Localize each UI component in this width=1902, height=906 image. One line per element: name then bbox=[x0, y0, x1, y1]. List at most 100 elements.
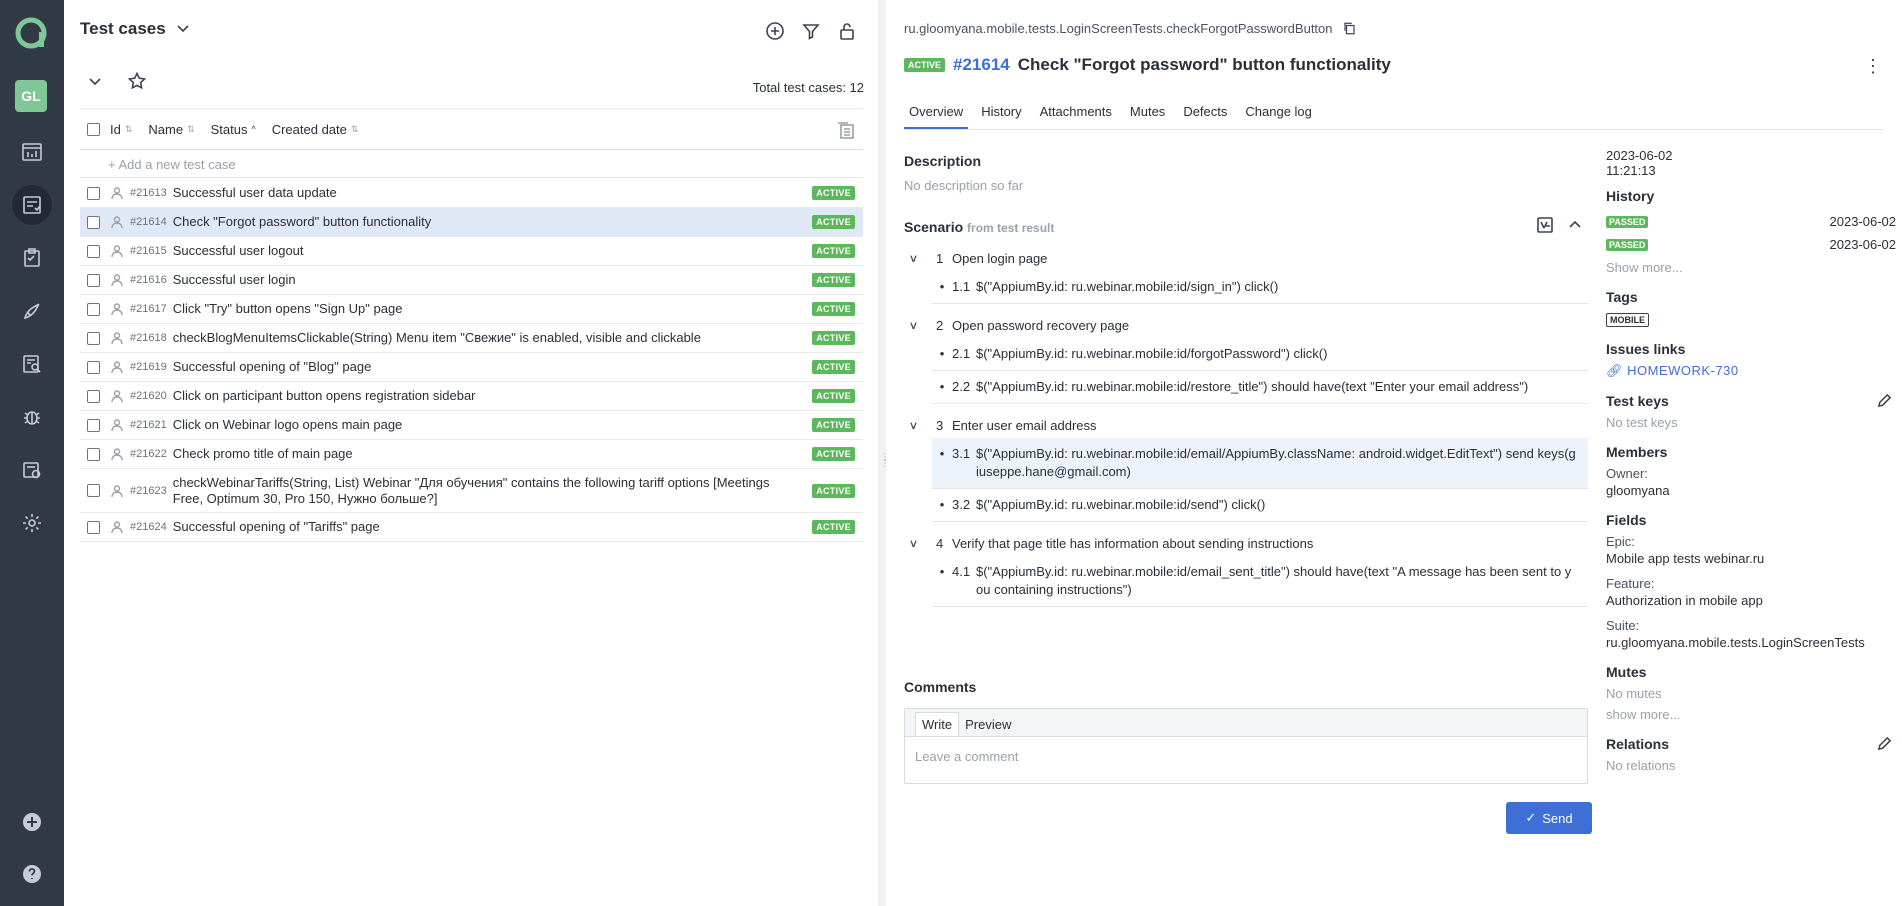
row-checkbox[interactable] bbox=[87, 484, 100, 497]
history-item[interactable]: PASSED 2023-06-02 bbox=[1606, 210, 1896, 233]
tab-change-log[interactable]: Change log bbox=[1240, 100, 1317, 129]
scenario-step[interactable]: ∨ 1 Open login page bbox=[904, 245, 1588, 271]
settings-icon[interactable] bbox=[12, 503, 52, 543]
test-case-name[interactable]: Check "Forgot password" button functiona… bbox=[1018, 55, 1391, 75]
test-plans-icon[interactable] bbox=[12, 238, 52, 278]
write-tab[interactable]: Write bbox=[915, 712, 960, 736]
history-item[interactable]: PASSED 2023-06-02 bbox=[1606, 233, 1896, 256]
help-icon[interactable] bbox=[12, 854, 52, 894]
comment-input[interactable]: Leave a comment bbox=[905, 737, 1587, 776]
row-checkbox[interactable] bbox=[87, 418, 100, 432]
scenario-substep[interactable]: • 2.1 $("AppiumBy.id: ru.webinar.mobile:id… bbox=[932, 338, 1588, 371]
table-row[interactable]: #21624 Successful opening of "Tariffs" pa… bbox=[80, 513, 863, 542]
tab-mutes[interactable]: Mutes bbox=[1125, 100, 1170, 129]
select-all-checkbox[interactable] bbox=[87, 122, 100, 136]
avatar[interactable]: GL bbox=[15, 80, 47, 112]
allure-logo-icon[interactable] bbox=[14, 16, 48, 50]
scenario-substep[interactable]: • 1.1 $("AppiumBy.id: ru.webinar.mobile:id… bbox=[932, 271, 1588, 304]
tab-attachments[interactable]: Attachments bbox=[1035, 100, 1117, 129]
edit-pencil-icon[interactable] bbox=[1877, 393, 1892, 411]
chevron-down-icon[interactable]: ∨ bbox=[909, 537, 926, 550]
filter-icon[interactable] bbox=[800, 20, 822, 42]
row-checkbox[interactable] bbox=[87, 273, 100, 287]
chevron-up-icon[interactable] bbox=[1566, 216, 1584, 237]
row-checkbox[interactable] bbox=[87, 447, 100, 461]
table-row[interactable]: #21622 Check promo title of main page ACTI… bbox=[80, 440, 863, 469]
scenario-substep[interactable]: • 3.2 $("AppiumBy.id: ru.webinar.mobile:id… bbox=[932, 489, 1588, 522]
row-checkbox[interactable] bbox=[87, 244, 100, 258]
scenario-step[interactable]: ∨ 4 Verify that page title has information… bbox=[904, 530, 1588, 556]
test-cases-icon[interactable] bbox=[12, 185, 52, 225]
more-options-icon[interactable]: ⋮ bbox=[1864, 56, 1882, 77]
dashboard-icon[interactable] bbox=[12, 132, 52, 172]
launches-icon[interactable] bbox=[12, 291, 52, 331]
send-button[interactable]: ✓ Send bbox=[1506, 802, 1592, 834]
defects-icon[interactable] bbox=[12, 397, 52, 437]
table-row[interactable]: #21623 checkWebinarTariffs(String, List) … bbox=[80, 469, 863, 513]
row-checkbox[interactable] bbox=[87, 360, 100, 374]
description-text[interactable]: No description so far bbox=[904, 178, 1023, 193]
table-row[interactable]: #21614 Check "Forgot password" button fun… bbox=[80, 208, 863, 237]
test-case-id[interactable]: #21614 bbox=[953, 55, 1010, 75]
star-icon[interactable] bbox=[126, 70, 148, 92]
substep-number: 4.1 bbox=[952, 564, 971, 579]
tag-mobile[interactable]: MOBILE bbox=[1606, 313, 1649, 327]
table-row[interactable]: #21618 checkBlogMenuItemsClickable(String… bbox=[80, 324, 863, 353]
scenario-step[interactable]: ∨ 3 Enter user email address bbox=[904, 412, 1588, 438]
row-checkbox[interactable] bbox=[87, 520, 100, 534]
table-row[interactable]: #21617 Click "Try" button opens "Sign Up"… bbox=[80, 295, 863, 324]
copy-icon[interactable] bbox=[1339, 17, 1361, 39]
table-row[interactable]: #21613 Successful user data update ACTIVE bbox=[80, 179, 863, 208]
scenario-substep[interactable]: • 2.2 $("AppiumBy.id: ru.webinar.mobile:id… bbox=[932, 371, 1588, 404]
chevron-down-icon[interactable]: ∨ bbox=[909, 252, 926, 265]
row-id: #21614 bbox=[130, 216, 167, 228]
manual-test-icon bbox=[110, 484, 124, 498]
row-checkbox[interactable] bbox=[87, 302, 100, 316]
breadcrumb: ru.gloomyana.mobile.tests.LoginScreenTes… bbox=[904, 17, 1361, 39]
issue-link[interactable]: 🔗︎ HOMEWORK-730 bbox=[1606, 363, 1896, 379]
jobs-icon[interactable] bbox=[12, 450, 52, 490]
row-checkbox[interactable] bbox=[87, 186, 100, 200]
table-row[interactable]: #21615 Successful user logout ACTIVE bbox=[80, 237, 863, 266]
row-checkbox[interactable] bbox=[87, 389, 100, 403]
columns-settings-icon[interactable] bbox=[835, 120, 857, 142]
table-row[interactable]: #21616 Successful user login ACTIVE bbox=[80, 266, 863, 295]
sort-icon: ⇅ bbox=[350, 123, 359, 134]
row-checkbox[interactable] bbox=[87, 215, 100, 229]
add-circle-icon[interactable] bbox=[764, 20, 786, 42]
tab-overview[interactable]: Overview bbox=[904, 100, 969, 129]
row-checkbox[interactable] bbox=[87, 331, 100, 345]
table-row[interactable]: #21619 Successful opening of "Blog" page A… bbox=[80, 353, 863, 382]
tab-defects[interactable]: Defects bbox=[1178, 100, 1232, 129]
edit-pencil-icon[interactable] bbox=[1877, 736, 1892, 754]
chevron-down-icon[interactable]: ∨ bbox=[909, 419, 926, 432]
column-status[interactable]: Status ^ bbox=[211, 122, 256, 137]
panel-resize-handle[interactable]: ⋮ ⋮ bbox=[878, 0, 890, 906]
history-show-more[interactable]: Show more... bbox=[1606, 260, 1896, 275]
mutes-show-more[interactable]: show more... bbox=[1606, 707, 1896, 722]
column-created-date[interactable]: Created date ⇅ bbox=[272, 122, 359, 137]
manual-test-icon bbox=[110, 302, 124, 316]
row-name: Successful user data update bbox=[172, 185, 337, 200]
chevron-down-icon[interactable]: ∨ bbox=[909, 319, 926, 332]
collapse-chevron-icon[interactable] bbox=[84, 70, 106, 92]
preview-tab[interactable]: Preview bbox=[959, 713, 1017, 736]
tab-history[interactable]: History bbox=[976, 100, 1026, 129]
test-cases-title-dropdown[interactable]: Test cases bbox=[80, 18, 194, 40]
status-badge: ACTIVE bbox=[812, 520, 855, 534]
test-case-detail: ru.gloomyana.mobile.tests.LoginScreenTes… bbox=[886, 0, 1902, 906]
table-row[interactable]: #21621 Click on Webinar logo opens main p… bbox=[80, 411, 863, 440]
add-test-case-input[interactable]: + Add a new test case bbox=[80, 152, 863, 178]
status-badge: ACTIVE bbox=[904, 58, 946, 72]
scenario-step[interactable]: ∨ 2 Open password recovery page bbox=[904, 312, 1588, 338]
column-id[interactable]: Id ⇅ bbox=[110, 122, 132, 137]
analytics-icon[interactable] bbox=[12, 344, 52, 384]
unlock-icon[interactable] bbox=[836, 20, 858, 42]
column-name[interactable]: Name ⇅ bbox=[148, 122, 194, 137]
table-row[interactable]: #21620 Click on participant button opens … bbox=[80, 382, 863, 411]
add-icon[interactable] bbox=[12, 802, 52, 842]
translate-icon[interactable] bbox=[1536, 216, 1554, 237]
scenario-substep[interactable]: • 4.1 $("AppiumBy.id: ru.webinar.mobile:id… bbox=[932, 556, 1588, 607]
bullet: • bbox=[939, 279, 945, 294]
scenario-substep[interactable]: • 3.1 $("AppiumBy.id: ru.webinar.mobile:id… bbox=[932, 438, 1588, 489]
